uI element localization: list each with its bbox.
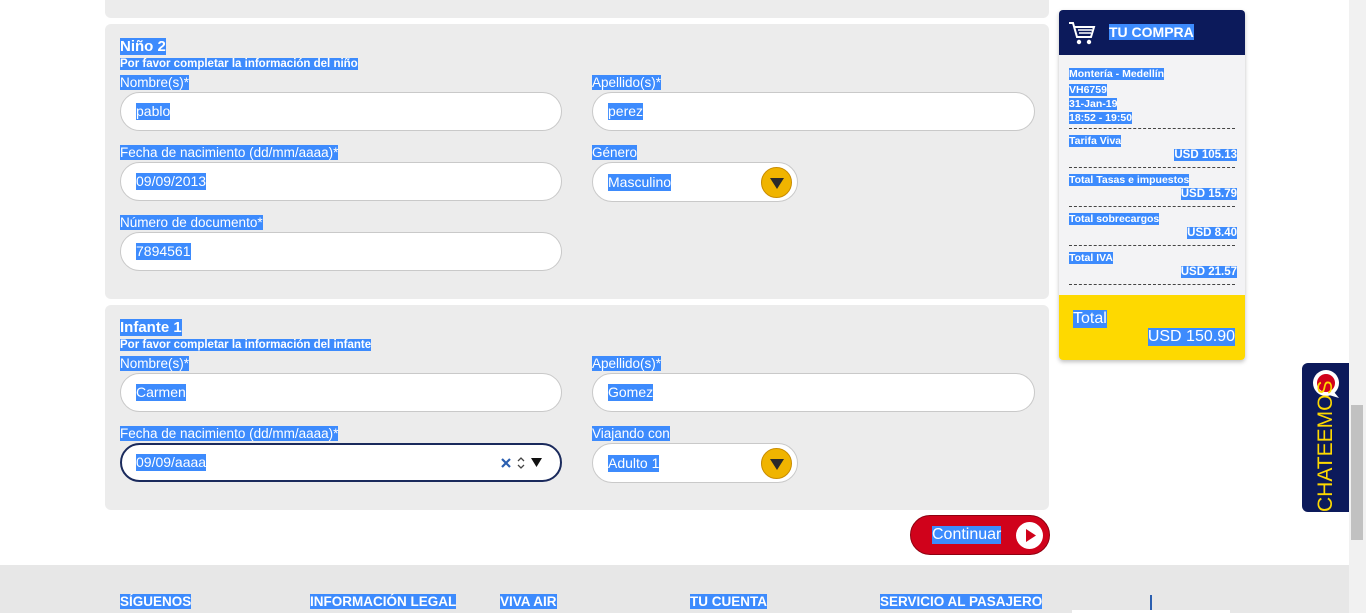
child-name-value: pablo <box>136 103 171 120</box>
infant-surname-field[interactable]: Gomez <box>592 373 1035 412</box>
infant-title: Infante 1 <box>120 319 182 336</box>
iva-value: USD 21.57 <box>1180 266 1237 278</box>
child-name-field[interactable]: pablo <box>120 92 562 131</box>
child-passenger-card: Niño 2 Por favor completar la informació… <box>105 24 1049 299</box>
footer-col-follow[interactable]: SÍGUENOS <box>120 594 192 609</box>
total-value: USD 150.90 <box>1147 328 1235 346</box>
taxes-value: USD 15.79 <box>1180 188 1237 200</box>
infant-dob-value: 09/09/aaaa <box>136 454 207 471</box>
child-dob-field[interactable]: 09/09/2013 <box>120 162 562 201</box>
taxes-label: Total Tasas e impuestos <box>1069 174 1190 186</box>
child-dob-value: 09/09/2013 <box>136 173 207 190</box>
child-gender-label: Género <box>592 145 638 160</box>
child-doc-value: 7894561 <box>136 243 191 260</box>
child-dob-label: Fecha de nacimiento (dd/mm/aaaa)* <box>120 145 339 160</box>
child-surname-value: perez <box>608 103 644 120</box>
total-box: Total USD 150.90 <box>1059 295 1245 360</box>
scrollbar-thumb[interactable] <box>1351 405 1363 540</box>
child-surname-field[interactable]: perez <box>592 92 1035 131</box>
infant-dob-field[interactable]: 09/09/aaaa <box>120 443 562 482</box>
child-subtitle: Por favor completar la información del n… <box>120 58 358 70</box>
surcharges-value: USD 8.40 <box>1187 227 1237 239</box>
iva-label: Total IVA <box>1069 252 1113 264</box>
previous-passenger-card <box>105 0 1049 18</box>
child-gender-select[interactable]: Masculino <box>592 162 798 202</box>
spinner-icon[interactable] <box>516 455 526 471</box>
footer-col-account[interactable]: TU CUENTA <box>690 594 767 609</box>
footer: SÍGUENOS INFORMACIÓN LEGAL VIVA AIR TU C… <box>0 565 1349 613</box>
child-gender-value: Masculino <box>608 174 672 191</box>
footer-col-vivaair[interactable]: VIVA AIR <box>500 594 557 609</box>
chat-label: CHATEEMOS <box>1314 380 1337 512</box>
infant-name-value: Carmen <box>136 384 186 401</box>
total-label: Total <box>1073 310 1107 328</box>
fare-label: Tarifa Viva <box>1069 135 1122 147</box>
purchase-summary: TU COMPRA Montería - Medellín VH6759 31-… <box>1059 10 1245 360</box>
continue-label: Continuar <box>932 526 1002 544</box>
infant-name-field[interactable]: Carmen <box>120 373 562 412</box>
flight-date: 31-Jan-19 <box>1069 98 1118 110</box>
infant-name-label: Nombre(s)* <box>120 356 190 371</box>
clear-icon[interactable] <box>500 457 512 469</box>
child-name-label: Nombre(s)* <box>120 75 190 90</box>
infant-passenger-card: Infante 1 Por favor completar la informa… <box>105 305 1049 510</box>
infant-dob-label: Fecha de nacimiento (dd/mm/aaaa)* <box>120 426 339 441</box>
flight-number: VH6759 <box>1069 84 1107 96</box>
child-surname-label: Apellido(s)* <box>592 75 662 90</box>
infant-surname-label: Apellido(s)* <box>592 356 662 371</box>
divider <box>1069 167 1235 168</box>
footer-col-service[interactable]: SERVICIO AL PASAJERO <box>880 594 1043 609</box>
child-doc-field[interactable]: 7894561 <box>120 232 562 271</box>
divider <box>1069 284 1235 285</box>
divider <box>1069 128 1235 129</box>
footer-col-legal[interactable]: INFORMACIÓN LEGAL <box>310 594 457 609</box>
infant-travel-label: Viajando con <box>592 426 670 441</box>
infant-surname-value: Gomez <box>608 384 654 401</box>
route: Montería - Medellín <box>1069 68 1165 80</box>
continue-button[interactable]: Continuar <box>910 515 1050 555</box>
child-title: Niño 2 <box>120 38 166 55</box>
divider <box>1069 245 1235 246</box>
summary-title: TU COMPRA <box>1109 24 1194 40</box>
flight-time: 18:52 - 19:50 <box>1069 112 1133 124</box>
dropdown-arrow-icon[interactable] <box>761 167 792 198</box>
child-doc-label: Número de documento* <box>120 215 263 230</box>
divider <box>1069 206 1235 207</box>
infant-travel-select[interactable]: Adulto 1 <box>592 443 798 483</box>
chat-widget[interactable]: CHATEEMOS <box>1302 363 1349 512</box>
play-arrow-icon <box>1016 522 1043 549</box>
dropdown-arrow-icon[interactable] <box>761 448 792 479</box>
fare-value: USD 105.13 <box>1174 149 1237 161</box>
summary-header: TU COMPRA <box>1059 10 1245 55</box>
calendar-dropdown-icon[interactable] <box>531 458 542 467</box>
infant-subtitle: Por favor completar la información del i… <box>120 339 372 351</box>
cart-icon <box>1069 22 1096 45</box>
surcharges-label: Total sobrecargos <box>1069 213 1160 225</box>
infant-travel-value: Adulto 1 <box>608 455 660 472</box>
